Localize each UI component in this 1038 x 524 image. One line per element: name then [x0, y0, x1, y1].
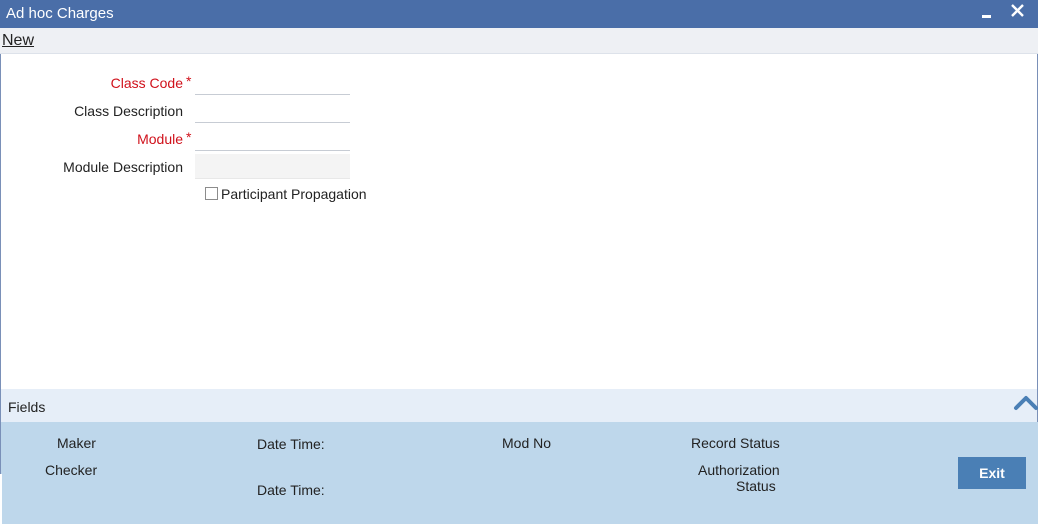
menu-bar: New [0, 28, 1038, 54]
module-label: Module [137, 131, 183, 147]
mod-no-label: Mod No [502, 435, 552, 451]
minimize-icon[interactable] [978, 2, 996, 24]
class-code-label: Class Code [110, 75, 183, 91]
participant-propagation-checkbox[interactable] [205, 187, 218, 200]
class-code-required-marker: * [186, 73, 192, 89]
class-description-input[interactable] [195, 98, 350, 123]
record-status-label: Record Status [691, 435, 780, 451]
exit-button[interactable]: Exit [958, 457, 1026, 489]
authorization-status-label-line1: Authorization [698, 462, 780, 478]
module-required-marker: * [186, 129, 192, 145]
fields-bar: Fields [1, 389, 1038, 422]
new-menu-item[interactable]: New [2, 32, 34, 50]
participant-propagation-label: Participant Propagation [221, 186, 367, 202]
maker-label: Maker [57, 435, 96, 451]
class-code-input[interactable] [195, 70, 350, 95]
module-input[interactable] [195, 126, 350, 151]
module-description-label: Module Description [63, 159, 183, 175]
checker-label: Checker [45, 462, 98, 478]
window-title: Ad hoc Charges [6, 5, 114, 22]
chevron-up-icon[interactable] [1013, 392, 1038, 412]
class-description-label: Class Description [74, 103, 183, 119]
authorization-status-label-line2: Status [736, 478, 776, 494]
audit-panel-edge [0, 474, 2, 524]
fields-label[interactable]: Fields [8, 399, 45, 415]
window-title-bar: Ad hoc Charges [0, 0, 1038, 28]
module-description-input [195, 154, 350, 179]
maker-date-time-label: Date Time: [257, 436, 325, 452]
close-icon[interactable] [1008, 0, 1028, 24]
checker-date-time-label: Date Time: [257, 482, 325, 498]
